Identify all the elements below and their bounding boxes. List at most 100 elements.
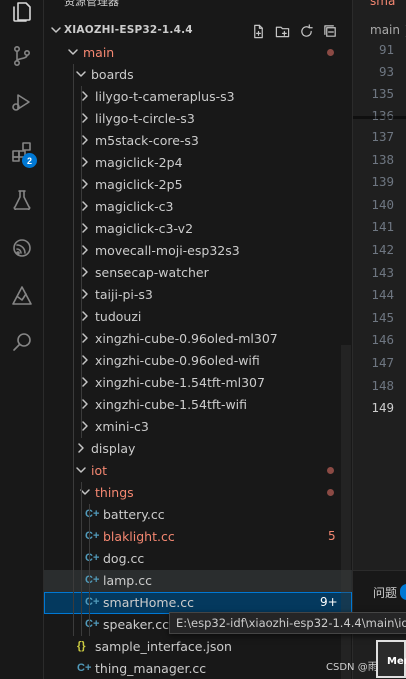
tree-item-label: lamp.cc [103,573,152,588]
tree-item-label: speaker.cc [103,617,169,632]
cpp-file-icon: C+ [85,508,100,520]
line-number: 146 [371,332,394,348]
folder-item-xingzhi-cube-1-54tft-wifi[interactable]: xingzhi-cube-1.54tft-wifi [44,394,352,416]
new-file-icon[interactable] [249,22,267,40]
folder-item-movecall-moji-esp32s3[interactable]: movecall-moji-esp32s3 [44,240,352,262]
line-number: 147 [371,355,394,370]
watermark-box: Mem [376,640,406,678]
line-number: 149 [371,400,394,416]
folder-item-xingzhi-cube-1-54tft-ml307[interactable]: xingzhi-cube-1.54tft-ml307 [44,372,352,394]
collapse-all-icon[interactable] [321,22,339,40]
line-number: 91 [378,42,394,57]
line-number: 140 [371,196,394,212]
file-item-smarthome-cc[interactable]: C+ smartHome.cc 9+ [44,592,352,614]
sticky-scroll-shadow [353,116,406,119]
indent-guide [73,64,74,504]
tree-item-label: display [91,441,136,456]
editor-tab[interactable]: sma [370,0,395,8]
folder-item-xingzhi-cube-0-96oled-ml307[interactable]: xingzhi-cube-0.96oled-ml307 [44,328,352,350]
folder-item-taiji-pi-s3[interactable]: taiji-pi-s3 [44,284,352,306]
folder-item-display[interactable]: display [44,438,352,460]
problems-tab[interactable]: 问题 [373,584,397,601]
tree-item-label: xingzhi-cube-0.96oled-wifi [95,353,260,368]
source-control-icon[interactable] [0,34,44,78]
tree-item-label: magiclick-c3 [95,199,174,214]
folder-item-magiclick-c3[interactable]: magiclick-c3 [44,196,352,218]
chevron-down-icon [75,68,87,83]
espressif-icon[interactable] [0,226,44,270]
problems-badge [400,584,406,600]
tree-item-label: xingzhi-cube-1.54tft-wifi [95,397,248,412]
line-number: 139 [371,174,394,190]
file-item-sample-interface-json[interactable]: {} sample_interface.json [44,636,352,658]
indent-guide [81,86,82,438]
editor-area: sma main ❯ 91931351361371381391401411421… [352,0,406,679]
cpp-file-icon: C+ [85,552,100,564]
path-tooltip: E:\esp32-idf\xiaozhi-esp32-1.4.4\main\io… [169,612,406,634]
watermark: CSDN @雨 [326,662,378,673]
folder-item-things[interactable]: things [44,482,352,504]
cpp-file-icon: C+ [85,530,100,542]
cpp-file-icon: C+ [85,618,100,630]
explorer-icon[interactable] [0,0,44,34]
folder-item-tudouzi[interactable]: tudouzi [44,306,352,328]
run-debug-icon[interactable] [0,80,44,124]
folder-item-xingzhi-cube-0-96oled-wifi[interactable]: xingzhi-cube-0.96oled-wifi [44,350,352,372]
folder-item-magiclick-2p4[interactable]: magiclick-2p4 [44,152,352,174]
workspace-name: XIAOZHI-ESP32-1.4.4 [64,24,193,36]
file-item-thing-manager-cc[interactable]: C+ thing_manager.cc [44,658,352,679]
line-number: 137 [371,129,394,144]
folder-item-iot[interactable]: iot [44,460,352,482]
file-item-lamp-cc[interactable]: C+ lamp.cc [44,570,352,592]
breadcrumb[interactable]: main ❯ [370,23,406,37]
tree-item-label: lilygo-t-circle-s3 [95,111,195,126]
indent-guide [81,482,82,636]
folder-item-magiclick-c3-v2[interactable]: magiclick-c3-v2 [44,218,352,240]
idf-tools-icon[interactable] [0,274,44,318]
tree-item-label: dog.cc [103,551,145,566]
modified-dot [327,489,334,496]
tree-item-label: taiji-pi-s3 [95,287,153,302]
folder-item-main[interactable]: main [44,42,352,64]
tree-item-label: blaklight.cc [103,529,175,544]
folder-item-boards[interactable]: boards [44,64,352,86]
folder-item-m5stack-core-s3[interactable]: m5stack-core-s3 [44,130,352,152]
tree-item-label: main [83,45,115,60]
workspace-section-header[interactable]: XIAOZHI-ESP32-1.4.4 [44,20,352,42]
file-item-battery-cc[interactable]: C+ battery.cc [44,504,352,526]
json-file-icon: {} [77,640,86,652]
file-item-blaklight-cc[interactable]: C+ blaklight.cc 5 [44,526,352,548]
testing-flask-icon[interactable] [0,178,44,222]
tree-item-label: sensecap-watcher [95,265,209,280]
new-folder-icon[interactable] [273,22,291,40]
modified-dot [327,49,334,56]
indent-guide [73,460,74,636]
folder-item-xmini-c3[interactable]: xmini-c3 [44,416,352,438]
line-number: 143 [371,264,394,280]
explorer-sidebar: 资源管理器 XIAOZHI-ESP32-1.4.4 main boards lily… [44,0,352,679]
indent-guide [89,504,90,636]
tree-item-label: thing_manager.cc [95,661,207,676]
extensions-icon[interactable]: 2 [0,130,44,174]
search-icon[interactable] [0,320,44,364]
folder-item-lilygo-t-circle-s3[interactable]: lilygo-t-circle-s3 [44,108,352,130]
folder-item-sensecap-watcher[interactable]: sensecap-watcher [44,262,352,284]
panel-header: 问题 [353,570,406,614]
modified-dot [327,467,334,474]
problem-count: 9+ [320,595,338,609]
tree-item-label: smartHome.cc [103,595,195,610]
tree-item-label: xingzhi-cube-1.54tft-ml307 [95,375,265,390]
file-item-dog-cc[interactable]: C+ dog.cc [44,548,352,570]
line-number: 144 [371,287,394,303]
refresh-icon[interactable] [297,22,315,40]
cpp-file-icon: C+ [85,574,100,586]
activity-bar: 2 [0,0,44,679]
tree-item-label: m5stack-core-s3 [95,133,199,148]
chevron-right-icon [75,442,87,457]
line-number: 93 [378,64,394,79]
tree-item-label: boards [91,67,134,82]
folder-item-lilygo-t-cameraplus-s3[interactable]: lilygo-t-cameraplus-s3 [44,86,352,108]
tree-item-label: magiclick-2p4 [95,155,183,170]
folder-item-magiclick-2p5[interactable]: magiclick-2p5 [44,174,352,196]
line-number: 145 [371,309,394,325]
